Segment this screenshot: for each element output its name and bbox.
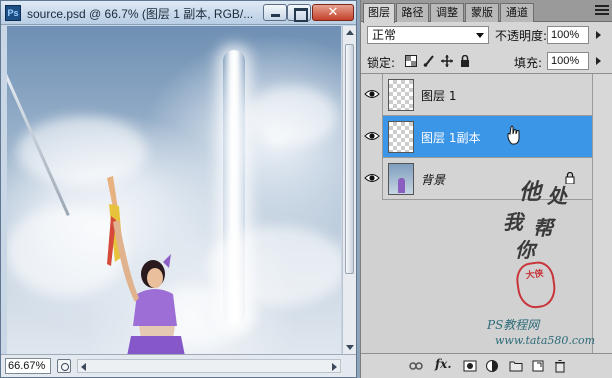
visibility-toggle[interactable] <box>361 116 383 158</box>
layer-row-selected[interactable]: 图层 1副本 <box>361 116 592 158</box>
blend-mode-value: 正常 <box>372 28 397 42</box>
visibility-toggle[interactable] <box>361 74 383 116</box>
fill-slider-icon[interactable] <box>596 57 601 65</box>
panel-tab-bar: 图层 路径 调整 蒙版 通道 <box>361 0 612 23</box>
watermark-caption: PS教程网 <box>487 318 540 332</box>
lock-image-icon[interactable] <box>423 55 435 67</box>
fx-icon[interactable]: fx. <box>435 357 452 371</box>
trash-icon[interactable] <box>553 359 567 373</box>
close-icon: ✕ <box>327 5 339 20</box>
lock-all-icon[interactable] <box>459 55 471 67</box>
tab-paths[interactable]: 路径 <box>396 3 429 22</box>
layer-name: 图层 1副本 <box>421 131 481 145</box>
light-beam <box>223 50 245 325</box>
layer-list: 图层 1 图层 1副本 背景 他 处 我 帮 你 大侠 PS教程网 www.ta… <box>361 73 612 354</box>
scroll-down-icon[interactable] <box>346 345 354 350</box>
layer-row[interactable]: 图层 1 <box>361 74 592 116</box>
lock-position-icon[interactable] <box>441 55 453 67</box>
layer-name: 背景 <box>421 173 446 187</box>
link-icon[interactable] <box>409 359 423 373</box>
zoom-field[interactable]: 66.67% <box>5 358 51 374</box>
watermark-seal: 大侠 <box>513 259 559 311</box>
vertical-scroll-thumb[interactable] <box>345 44 354 274</box>
layers-panel: 图层 路径 调整 蒙版 通道 正常 不透明度: 100% 锁定: 填充: 100… <box>360 0 612 378</box>
document-statusbar: 66.67% <box>1 354 356 377</box>
tab-adjustments[interactable]: 调整 <box>430 3 464 22</box>
blend-mode-select[interactable]: 正常 <box>367 26 489 44</box>
mask-icon[interactable] <box>463 359 477 373</box>
panel-bottom-toolbar: fx. <box>361 353 612 378</box>
watermark-char: 处 <box>547 184 567 208</box>
cloud-shape <box>247 86 337 146</box>
tab-channels[interactable]: 通道 <box>500 3 534 22</box>
layer-thumbnail <box>388 121 414 153</box>
warrior-figure <box>107 176 185 354</box>
photoshop-icon: Ps <box>5 5 21 21</box>
eye-icon <box>364 132 380 140</box>
lock-label: 锁定: <box>367 56 396 70</box>
tab-masks[interactable]: 蒙版 <box>465 3 499 22</box>
image-canvas[interactable] <box>7 26 341 354</box>
folder-icon[interactable] <box>509 359 523 373</box>
opacity-label: 不透明度: <box>495 29 548 43</box>
horizontal-scrollbar[interactable] <box>77 359 341 373</box>
scroll-left-icon[interactable] <box>81 363 86 371</box>
watermark-char: 你 <box>515 238 535 262</box>
layer-name: 图层 1 <box>421 89 457 103</box>
status-info-icon[interactable] <box>57 359 71 373</box>
eye-icon <box>364 174 380 182</box>
opacity-field[interactable]: 100% <box>547 26 589 44</box>
hand-cursor-icon <box>507 125 520 145</box>
vertical-scrollbar[interactable] <box>342 26 356 354</box>
maximize-button[interactable] <box>287 4 311 22</box>
watermark-char: 我 <box>503 210 523 234</box>
document-titlebar[interactable]: Ps source.psd @ 66.7% (图层 1 副本, RGB/... … <box>1 1 356 25</box>
close-button[interactable]: ✕ <box>312 4 354 21</box>
fill-label: 填充: <box>514 56 543 70</box>
new-layer-icon[interactable] <box>531 359 545 373</box>
minimize-button[interactable] <box>263 4 287 21</box>
visibility-toggle[interactable] <box>361 158 383 200</box>
eye-icon <box>364 90 380 98</box>
lock-transparency-icon[interactable] <box>405 55 417 67</box>
layer-thumbnail <box>388 163 414 195</box>
tab-layers[interactable]: 图层 <box>363 3 395 23</box>
scroll-right-icon[interactable] <box>332 363 337 371</box>
watermark: 他 处 我 帮 你 大侠 PS教程网 www.tata580.com <box>485 174 605 350</box>
fill-field[interactable]: 100% <box>547 52 589 70</box>
chevron-down-icon <box>476 33 484 38</box>
watermark-char: 帮 <box>533 216 553 240</box>
adjustment-icon[interactable] <box>485 359 499 373</box>
document-window: Ps source.psd @ 66.7% (图层 1 副本, RGB/... … <box>0 0 357 378</box>
watermark-url: www.tata580.com <box>495 334 596 347</box>
scroll-up-icon[interactable] <box>346 30 354 35</box>
opacity-slider-icon[interactable] <box>596 31 601 39</box>
document-title: source.psd @ 66.7% (图层 1 副本, RGB/... <box>27 7 254 21</box>
panel-menu-icon[interactable] <box>595 5 609 17</box>
watermark-char: 他 <box>519 179 542 205</box>
layer-thumbnail <box>388 79 414 111</box>
